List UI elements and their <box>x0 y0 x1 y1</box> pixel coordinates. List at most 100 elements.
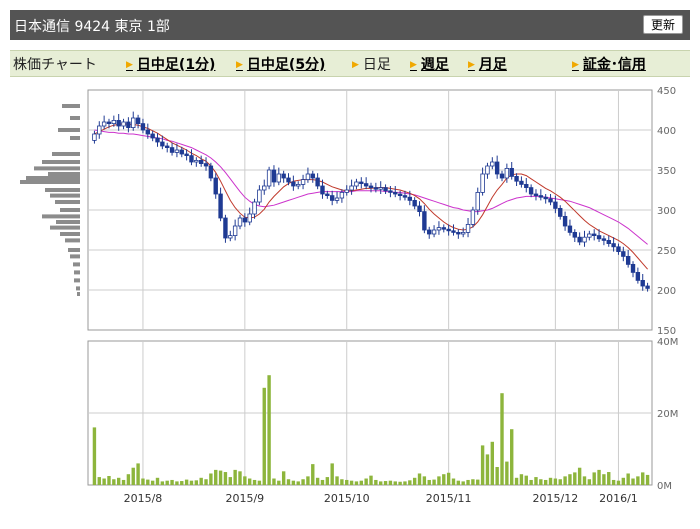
volume-bar <box>374 479 378 485</box>
volume-bar <box>257 480 262 485</box>
candle-up <box>111 120 117 125</box>
x-axis-label: 2015/12 <box>533 492 579 505</box>
candle-down <box>271 169 277 183</box>
volume-bar <box>524 475 528 485</box>
volume-profile-bar <box>73 262 80 267</box>
volume-bar <box>607 472 611 485</box>
candle-down <box>601 238 607 241</box>
candle-up <box>436 227 442 231</box>
volume-bar <box>461 481 465 485</box>
volume-profile-bar <box>68 248 80 252</box>
volume-bar <box>558 479 562 485</box>
candle-down <box>524 183 529 188</box>
volume-profile-bar <box>76 286 80 291</box>
volume-bar <box>645 474 650 485</box>
volume-bar <box>131 467 135 485</box>
volume-bar <box>432 479 436 485</box>
volume-bar <box>199 477 203 485</box>
volume-profile-bar <box>45 188 80 192</box>
candle-up <box>300 179 306 185</box>
volume-bar <box>495 467 499 485</box>
volume-bar <box>209 473 213 485</box>
candle-down <box>393 191 398 195</box>
candle-up <box>378 187 383 190</box>
volume-bar <box>112 479 116 485</box>
candle-down <box>388 190 393 193</box>
volume-profile-bar <box>56 220 80 224</box>
volume-bar <box>437 476 441 485</box>
candle-down <box>315 177 320 187</box>
candle-up <box>305 173 311 180</box>
candle-down <box>165 145 170 148</box>
volume-bar <box>359 480 363 485</box>
candle-down <box>281 173 286 179</box>
volume-bar <box>636 476 640 485</box>
candle-down <box>427 229 432 235</box>
volume-bar <box>485 454 490 485</box>
volume-bar <box>611 479 616 485</box>
candle-down <box>189 155 194 163</box>
candle-up <box>349 185 354 191</box>
candle-up <box>339 191 345 199</box>
candle-down <box>548 198 553 203</box>
stock-chart: 450 400 350 300 250 200 15040M 20M 0M 2015/8 2015/… <box>20 86 678 505</box>
candle-down <box>422 211 427 231</box>
candle-up <box>97 125 102 135</box>
candle-down <box>514 175 519 182</box>
candle-down <box>616 246 621 253</box>
volume-bar <box>146 479 150 485</box>
volume-bar <box>490 441 495 485</box>
volume-tick-label: 0M <box>657 481 672 492</box>
candle-up <box>431 229 437 235</box>
volume-tick-label: 20M <box>657 409 678 420</box>
volume-bar <box>233 469 237 485</box>
volume-bar <box>548 477 553 485</box>
volume-profile-bar <box>58 128 80 132</box>
volume-bar <box>577 467 582 485</box>
volume-bar <box>228 477 232 485</box>
price-tick-label: 400 <box>657 126 676 137</box>
volume-profile-bar <box>20 180 80 184</box>
volume-bar <box>141 478 145 485</box>
candle-down <box>519 180 524 185</box>
volume-bar <box>306 476 310 485</box>
volume-bar <box>641 472 645 485</box>
candle-down <box>553 201 558 209</box>
volume-bar <box>160 481 165 485</box>
candle-down <box>441 227 446 230</box>
volume-bar <box>335 476 339 485</box>
candle-up <box>334 197 340 201</box>
volume-bar <box>155 477 160 485</box>
candle-up <box>490 161 495 167</box>
volume-profile-bar <box>50 193 80 198</box>
volume-bar <box>383 481 388 485</box>
volume-bar <box>107 476 111 485</box>
x-axis-label: 2015/11 <box>426 492 472 505</box>
candle-down <box>218 193 223 219</box>
candle-down <box>640 279 645 287</box>
candle-up <box>262 185 267 191</box>
price-tick-label: 250 <box>657 246 676 257</box>
volume-tick-label: 40M <box>657 337 678 348</box>
volume-bar <box>243 476 247 485</box>
volume-profile-bar <box>42 214 80 219</box>
volume-bar <box>325 477 330 485</box>
volume-bar <box>631 478 635 485</box>
volume-bar <box>451 478 456 485</box>
candle-up <box>354 181 359 187</box>
candle-up <box>257 189 262 203</box>
candle-down <box>456 231 461 235</box>
volume-bar <box>247 478 252 485</box>
volume-bar <box>480 445 485 485</box>
volume-bar <box>218 470 223 485</box>
volume-profile-bar <box>48 172 80 176</box>
candle-down <box>363 183 369 187</box>
candle-up <box>247 213 252 223</box>
candle-down <box>286 177 291 183</box>
volume-profile-bar <box>60 232 80 236</box>
volume-bar <box>180 481 184 485</box>
volume-profile-bar <box>52 152 80 156</box>
candle-down <box>140 123 146 131</box>
volume-bar <box>417 473 422 485</box>
candle-down <box>417 205 422 212</box>
